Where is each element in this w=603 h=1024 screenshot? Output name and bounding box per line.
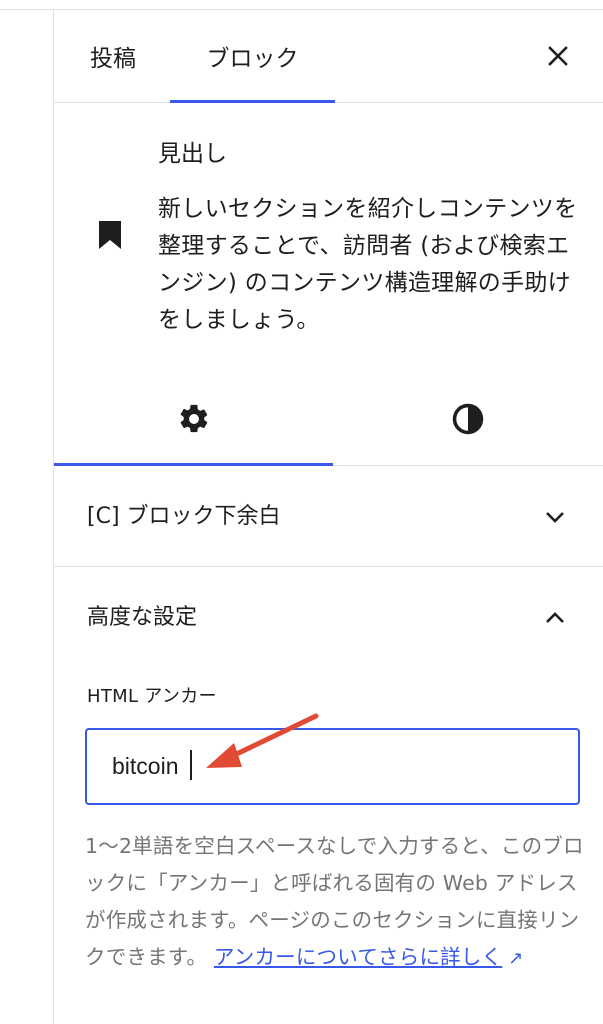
- panel-advanced[interactable]: 高度な設定: [54, 567, 603, 667]
- block-description: 新しいセクションを紹介しコンテンツを整理することで、訪問者 (および検索エンジン…: [158, 196, 578, 333]
- panel-block-margin-title: [C] ブロック下余白: [87, 504, 281, 529]
- html-anchor-help: 1〜2単語を空白スペースなしで入力すると、このブロックに「アンカー」と呼ばれる固…: [85, 828, 590, 977]
- tab-post-label: 投稿: [90, 46, 136, 72]
- tab-block[interactable]: ブロック: [170, 10, 335, 103]
- tab-block-label: ブロック: [206, 46, 299, 72]
- sidebar-tabs: 投稿 ブロック: [54, 10, 603, 103]
- editor-canvas-edge: [0, 0, 53, 1024]
- panel-block-margin[interactable]: [C] ブロック下余白: [54, 466, 603, 567]
- editor-settings-page: 投稿 ブロック 見出し 新しいセクションを紹介しコンテンツを整理することで、訪問…: [0, 0, 603, 1024]
- block-card: 見出し 新しいセクションを紹介しコンテンツを整理することで、訪問者 (および検索…: [54, 103, 603, 373]
- tab-settings[interactable]: [54, 373, 333, 466]
- contrast-icon: [452, 403, 484, 435]
- tab-post[interactable]: 投稿: [74, 10, 152, 102]
- close-icon: [548, 46, 568, 66]
- learn-more-link[interactable]: アンカーについてさらに詳しく: [214, 945, 502, 969]
- chevron-up-icon: [546, 612, 564, 623]
- chevron-down-icon: [546, 512, 564, 523]
- gear-icon: [180, 404, 207, 433]
- html-anchor-input[interactable]: [85, 728, 580, 805]
- settings-sidebar: 投稿 ブロック 見出し 新しいセクションを紹介しコンテンツを整理することで、訪問…: [54, 10, 603, 1024]
- block-inspector-tabs: [54, 373, 603, 466]
- bookmark-icon: [99, 221, 121, 249]
- annotation-arrow-icon: [206, 713, 319, 768]
- close-settings-button[interactable]: [540, 38, 576, 74]
- block-title: 見出し: [158, 141, 227, 167]
- html-anchor-label: HTML アンカー: [87, 686, 217, 707]
- tab-styles[interactable]: [333, 373, 603, 465]
- external-arrow-icon: ↗: [508, 948, 524, 969]
- text-caret: [190, 750, 192, 780]
- panel-advanced-title: 高度な設定: [87, 605, 198, 630]
